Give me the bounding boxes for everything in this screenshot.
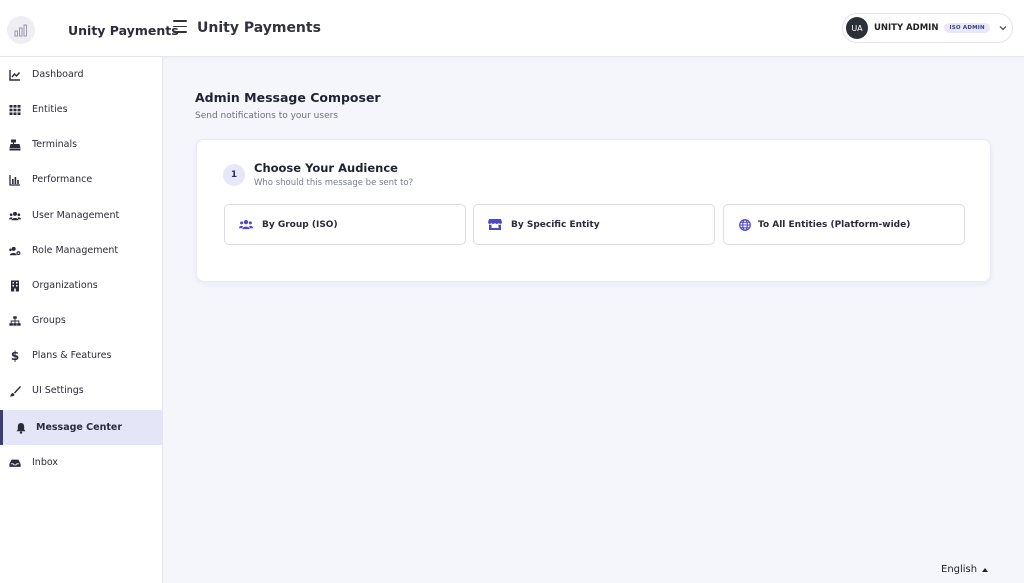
sidebar-item-groups[interactable]: Groups	[0, 303, 163, 338]
bell-icon	[15, 422, 27, 434]
sidebar-item-label: Terminals	[32, 139, 78, 150]
option-label: To All Entities (Platform-wide)	[758, 219, 911, 230]
language-selector[interactable]: English	[941, 564, 989, 575]
user-menu-button[interactable]: UA UNITY ADMIN ISO ADMIN	[842, 13, 1013, 43]
step-subtitle: Who should this message be sent to?	[254, 178, 414, 188]
audience-option-all-entities[interactable]: To All Entities (Platform-wide)	[723, 204, 965, 245]
sidebar-item-user-management[interactable]: User Management	[0, 198, 163, 233]
users-cog-icon	[9, 245, 21, 257]
sidebar-item-entities[interactable]: Entities	[0, 92, 163, 127]
sidebar-item-label: UI Settings	[32, 385, 84, 396]
sidebar-item-ui-settings[interactable]: UI Settings	[0, 373, 163, 408]
top-header: Unity Payments Unity Payments UA UNITY A…	[0, 0, 1024, 57]
sidebar-item-label: Inbox	[32, 457, 58, 468]
bar-chart-logo-icon[interactable]	[7, 16, 35, 44]
sidebar-item-terminals[interactable]: Terminals	[0, 127, 163, 162]
dollar-icon: $	[10, 348, 20, 363]
page-title: Admin Message Composer	[195, 90, 381, 105]
user-name: UNITY ADMIN	[874, 23, 939, 33]
users-icon	[239, 218, 253, 232]
sidebar-item-inbox[interactable]: Inbox	[0, 445, 163, 480]
audience-option-by-entity[interactable]: By Specific Entity	[473, 204, 715, 245]
sidebar-item-label: Performance	[32, 174, 93, 185]
grid-icon	[9, 104, 21, 116]
inbox-icon	[9, 457, 21, 469]
sidebar-item-label: Groups	[32, 315, 66, 326]
cash-register-icon	[9, 139, 21, 151]
caret-up-icon	[982, 567, 989, 572]
sidebar-item-role-management[interactable]: Role Management	[0, 233, 163, 268]
globe-icon	[738, 218, 752, 232]
sidebar-item-label: Message Center	[36, 422, 123, 433]
store-icon	[488, 218, 502, 232]
audience-card: 1 Choose Your Audience Who should this m…	[196, 139, 991, 282]
sidebar-item-label: Organizations	[32, 280, 98, 291]
sidebar-item-label: Dashboard	[32, 69, 84, 80]
sidebar-item-organizations[interactable]: Organizations	[0, 268, 163, 303]
chevron-down-icon	[999, 26, 1007, 31]
option-label: By Specific Entity	[511, 219, 600, 230]
sidebar-item-label: Entities	[32, 104, 68, 115]
avatar: UA	[846, 17, 868, 39]
users-icon	[9, 210, 21, 222]
chart-line-icon	[9, 69, 21, 81]
audience-option-by-group[interactable]: By Group (ISO)	[224, 204, 466, 245]
page-subtitle: Send notifications to your users	[195, 111, 339, 121]
step-title: Choose Your Audience	[254, 161, 398, 175]
brand-name: Unity Payments	[68, 23, 179, 38]
bar-chart-icon	[9, 174, 21, 186]
sidebar-item-performance[interactable]: Performance	[0, 162, 163, 197]
sidebar-item-plans-features[interactable]: $ Plans & Features	[0, 338, 163, 373]
header-title: Unity Payments	[197, 20, 321, 36]
building-icon	[9, 280, 21, 292]
sitemap-icon	[9, 315, 21, 327]
sidebar-item-label: User Management	[32, 210, 120, 221]
role-badge: ISO ADMIN	[944, 23, 990, 33]
sidebar-item-label: Role Management	[32, 245, 119, 256]
sidebar-item-label: Plans & Features	[32, 350, 112, 361]
language-label: English	[941, 564, 978, 575]
step-number-badge: 1	[223, 164, 245, 186]
option-label: By Group (ISO)	[262, 219, 338, 230]
menu-toggle-icon[interactable]	[173, 20, 187, 34]
brush-icon	[9, 385, 21, 397]
sidebar-item-message-center[interactable]: Message Center	[0, 410, 163, 445]
sidebar: Dashboard Entities Terminals Performance…	[0, 57, 163, 583]
sidebar-item-dashboard[interactable]: Dashboard	[0, 57, 163, 92]
